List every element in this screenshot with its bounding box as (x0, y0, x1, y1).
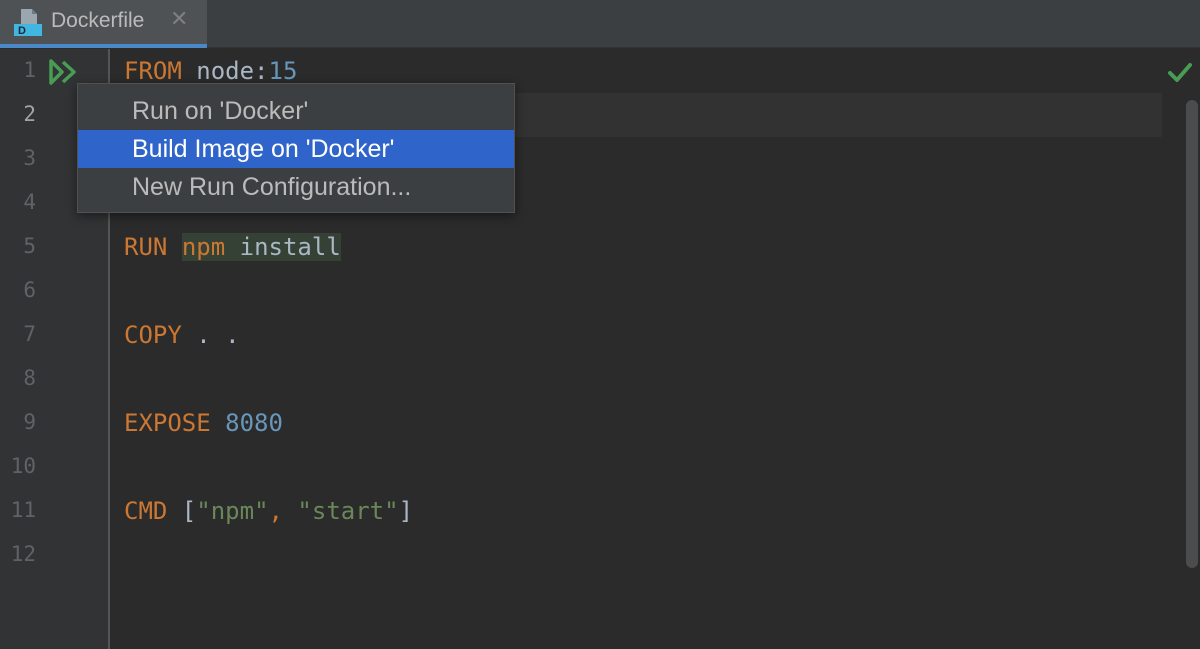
tab-dockerfile[interactable]: D Dockerfile ✕ (0, 0, 207, 48)
run-double-arrow-icon[interactable] (49, 59, 77, 85)
expose-port: 8080 (225, 409, 283, 437)
npm-command: npm (181, 233, 226, 261)
copy-args: . . (181, 321, 240, 349)
menu-item-build-image-on-docker[interactable]: Build Image on 'Docker' (78, 130, 514, 168)
line-number: 11 (10, 498, 36, 522)
menu-item-run-on-docker[interactable]: Run on 'Docker' (78, 92, 514, 130)
keyword-from: FROM (124, 57, 182, 85)
line-number: 4 (23, 190, 36, 214)
menu-item-new-run-configuration[interactable]: New Run Configuration... (78, 168, 514, 206)
bracket-open: [ (167, 497, 197, 525)
checkmark-icon[interactable] (1168, 62, 1192, 84)
line-number: 10 (10, 454, 36, 478)
line-number: 9 (23, 410, 36, 434)
bracket-close: ] (398, 497, 414, 525)
gutter-run-popup-menu: Run on 'Docker' Build Image on 'Docker' … (77, 83, 515, 213)
keyword-run: RUN (124, 233, 168, 261)
line-number: 5 (23, 234, 36, 258)
vertical-scrollbar[interactable] (1186, 100, 1198, 568)
keyword-cmd: CMD (124, 497, 168, 525)
code-line-7: COPY . . (124, 321, 240, 349)
image-name: node: (181, 57, 269, 85)
line-number: 6 (23, 278, 36, 302)
close-icon[interactable]: ✕ (170, 6, 188, 32)
code-line-9: EXPOSE 8080 (124, 409, 283, 437)
cmd-arg-2: "start" (297, 497, 399, 525)
line-number: 1 (23, 58, 36, 82)
cmd-arg-1: "npm" (196, 497, 269, 525)
npm-args: install (225, 233, 341, 261)
comma: , (268, 497, 298, 525)
image-tag: 15 (268, 57, 298, 85)
tab-label: Dockerfile (51, 9, 145, 32)
line-number: 12 (10, 542, 36, 566)
code-line-11: CMD ["npm", "start"] (124, 497, 413, 525)
line-number: 2 (23, 102, 36, 126)
line-number: 8 (23, 366, 36, 390)
keyword-expose: EXPOSE (124, 409, 211, 437)
svg-text:D: D (18, 25, 26, 36)
line-number: 3 (23, 146, 36, 170)
keyword-copy: COPY (124, 321, 182, 349)
line-number: 7 (23, 322, 36, 346)
dockerfile-icon: D (14, 9, 42, 36)
editor-tab-bar: D Dockerfile ✕ (0, 0, 1200, 48)
code-line-5: RUN npm install (124, 233, 341, 261)
code-line-1: FROM node:15 (124, 57, 297, 85)
